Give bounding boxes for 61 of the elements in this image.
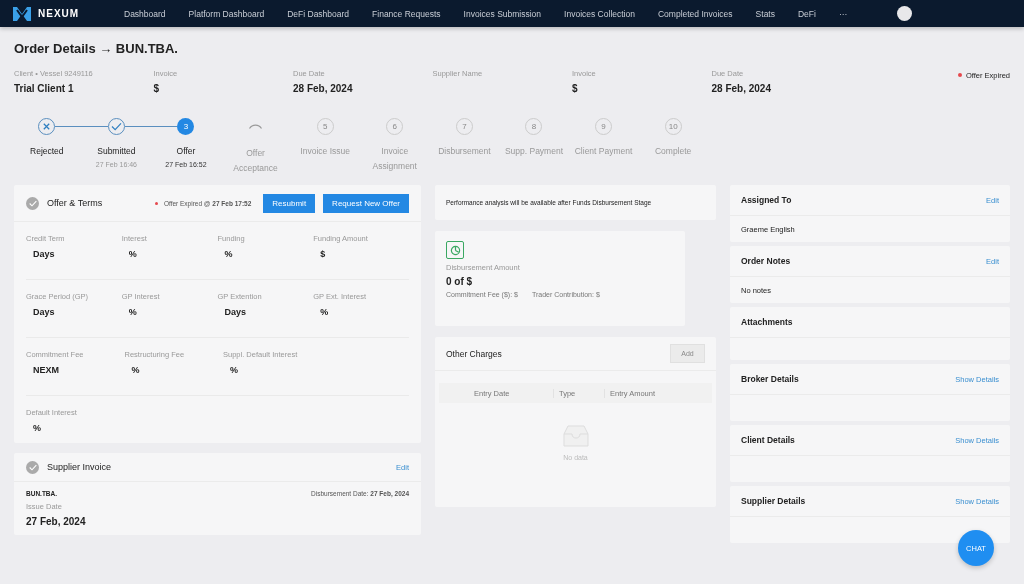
nav-link[interactable]: Invoices Submission — [463, 8, 542, 19]
field-value: 27 Feb, 2024 — [26, 516, 87, 527]
field-value: Days — [32, 249, 56, 259]
field-value: % — [319, 307, 330, 317]
spinner-icon — [249, 123, 263, 129]
card-title: Broker Details — [741, 374, 799, 384]
card-title: Other Charges — [446, 348, 502, 359]
step-label: Invoice Assignment — [371, 145, 418, 174]
step-label: Supp. Payment — [503, 145, 564, 158]
field-value: % — [127, 249, 138, 259]
field-value: Trial Client 1 — [14, 83, 75, 94]
status-dot — [957, 73, 962, 77]
nav-link[interactable]: DeFi — [798, 8, 816, 19]
step-label: Invoice Issue — [299, 145, 351, 158]
nav-link[interactable]: Platform Dashboard — [188, 8, 265, 19]
card-title: Attachments — [741, 317, 793, 327]
field-value: % — [127, 307, 138, 317]
step-label: Disbursement — [437, 145, 492, 158]
brand-name: NEXUM — [38, 8, 80, 19]
step-label: Rejected — [29, 145, 65, 158]
field-value: % — [229, 365, 239, 375]
step-label: Offer Acceptance — [232, 147, 279, 176]
card-title: Offer & Terms — [47, 198, 103, 208]
field-value: $ — [572, 83, 579, 94]
action-button[interactable]: Request New Offer — [323, 193, 409, 213]
page-title: Order Details → BUN.TBA. — [14, 41, 179, 56]
nav-link[interactable]: Dashboard — [124, 8, 166, 19]
avatar-icon[interactable] — [897, 6, 913, 21]
nav-link[interactable]: Finance Requests — [372, 8, 441, 19]
card-title: Assigned To — [741, 195, 792, 205]
field-value: Days — [32, 307, 56, 317]
logo-icon — [12, 5, 32, 22]
field-value: 0 of $ — [446, 276, 474, 287]
field-value: $ — [153, 83, 161, 94]
nav-link[interactable]: DeFi Dashboard — [287, 8, 350, 19]
check-icon — [26, 460, 39, 474]
field-value: % — [32, 423, 42, 433]
field-value: NEXM — [32, 365, 60, 375]
check-icon — [26, 196, 39, 210]
card-title: Order Notes — [741, 256, 791, 266]
field-value: 28 Feb, 2024 — [711, 83, 772, 94]
nav-link[interactable]: ··· — [838, 8, 848, 19]
pie-chart-icon — [446, 241, 464, 259]
card-title: Client Details — [741, 435, 795, 445]
nav-link[interactable]: Stats — [755, 8, 775, 19]
step-label: Submitted — [96, 145, 137, 158]
field-value: Days — [223, 307, 247, 317]
step-label: Complete — [653, 145, 693, 158]
field-value: % — [130, 365, 141, 375]
field-value: % — [223, 249, 234, 259]
step-number: 3 — [177, 117, 195, 135]
nav-link[interactable]: Completed Invoices — [657, 8, 733, 19]
step-label: Client Payment — [573, 145, 634, 158]
card-title: Supplier Invoice — [47, 462, 112, 472]
nav-link[interactable]: Invoices Collection — [564, 8, 635, 19]
step-label: Offer — [175, 145, 197, 158]
card-title: Supplier Details — [741, 496, 806, 506]
action-button[interactable]: Resubmit — [263, 193, 316, 213]
field-value: $ — [319, 249, 327, 259]
status-dot — [154, 201, 158, 205]
field-value: 28 Feb, 2024 — [293, 83, 354, 94]
